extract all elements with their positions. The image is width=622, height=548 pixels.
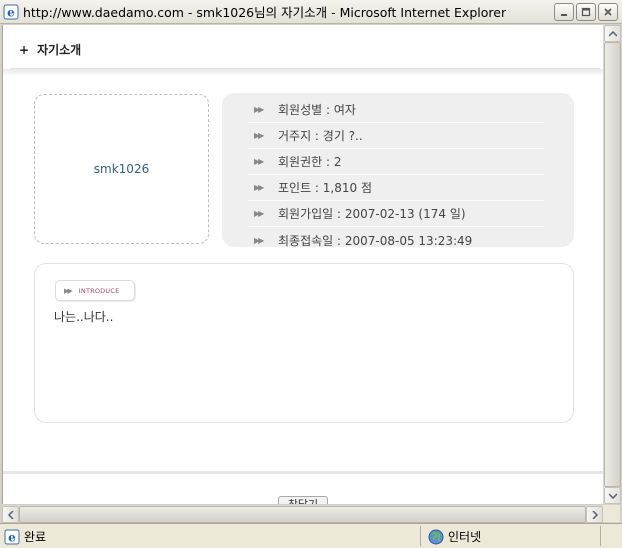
- info-row-residence: ▶▶ 거주지 : 경기 ?..: [248, 123, 544, 149]
- internet-zone-icon: [428, 529, 444, 544]
- user-id: smk1026: [93, 162, 150, 176]
- maximize-icon: [581, 7, 591, 17]
- info-row-gender: ▶▶ 회원성별 : 여자: [248, 97, 544, 123]
- close-popup-button[interactable]: 창닫기: [278, 496, 328, 504]
- scroll-up-button[interactable]: [604, 25, 621, 42]
- info-text: 포인트 : 1,810 점: [278, 181, 373, 195]
- maximize-button[interactable]: [576, 3, 596, 21]
- close-window-button[interactable]: [598, 3, 618, 21]
- minimize-button[interactable]: [554, 3, 574, 21]
- profile-box: smk1026: [34, 94, 209, 244]
- introduce-label: INTRODUCE: [78, 286, 120, 295]
- page-done-icon: e: [4, 529, 20, 544]
- scroll-down-button[interactable]: [604, 487, 621, 504]
- arrow-down-icon: [608, 492, 617, 499]
- svg-text:e: e: [8, 530, 16, 544]
- double-arrow-icon: ▶▶: [254, 105, 264, 114]
- info-text: 회원가입일 : 2007-02-13 (174 일): [278, 207, 466, 221]
- status-separator: [420, 526, 421, 546]
- info-text: 거주지 : 경기 ?..: [278, 129, 363, 143]
- double-arrow-icon: ▶▶: [64, 286, 73, 295]
- svg-text:e: e: [7, 5, 15, 19]
- status-bar: e 완료 인터넷: [0, 523, 622, 548]
- info-row-level: ▶▶ 회원권한 : 2: [248, 149, 544, 175]
- arrow-right-icon: [591, 510, 598, 519]
- minimize-icon: [561, 14, 567, 16]
- window-titlebar[interactable]: e http://www.daedamo.com - smk1026님의 자기소…: [0, 0, 622, 24]
- window-title: http://www.daedamo.com - smk1026님의 자기소개 …: [23, 5, 507, 20]
- introduce-box: ▶▶ INTRODUCE 나는..나다..: [34, 263, 574, 423]
- double-arrow-icon: ▶▶: [254, 131, 264, 140]
- horizontal-scrollbar[interactable]: [2, 505, 603, 523]
- double-arrow-icon: ▶▶: [254, 235, 264, 245]
- info-text: 회원권한 : 2: [278, 155, 342, 169]
- double-arrow-icon: ▶▶: [254, 209, 264, 218]
- header-divider: [3, 69, 603, 75]
- scroll-left-button[interactable]: [2, 506, 19, 523]
- info-row-join-date: ▶▶ 회원가입일 : 2007-02-13 (174 일): [248, 201, 544, 227]
- arrow-left-icon: [7, 510, 14, 519]
- status-text: 완료: [24, 530, 47, 544]
- scrollbar-corner: [603, 505, 620, 522]
- scroll-thumb[interactable]: [604, 42, 621, 487]
- info-row-points: ▶▶ 포인트 : 1,810 점: [248, 175, 544, 201]
- page-viewport: + 자기소개 smk1026 ▶▶ 회원성별 : 여자 ▶▶ 거주지 : 경기 …: [2, 25, 603, 504]
- double-arrow-icon: ▶▶: [254, 183, 264, 192]
- info-text: 회원성별 : 여자: [278, 103, 356, 117]
- bottom-bar: 창닫기: [3, 471, 603, 504]
- info-row-last-login: ▶▶ 최종접속일 : 2007-08-05 13:23:49: [248, 227, 544, 253]
- introduce-text: 나는..나다..: [54, 310, 114, 324]
- page-header: + 자기소개: [10, 31, 600, 69]
- header-plus: +: [19, 42, 30, 57]
- introduce-badge: ▶▶ INTRODUCE: [55, 280, 135, 301]
- info-text: 최종접속일 : 2007-08-05 13:23:49: [278, 233, 473, 248]
- member-info-box: ▶▶ 회원성별 : 여자 ▶▶ 거주지 : 경기 ?.. ▶▶ 회원권한 : 2…: [222, 93, 574, 248]
- arrow-up-icon: [608, 30, 617, 37]
- status-separator: [600, 526, 601, 546]
- double-arrow-icon: ▶▶: [254, 157, 264, 166]
- vertical-scrollbar[interactable]: [603, 25, 621, 504]
- hscroll-thumb[interactable]: [19, 506, 586, 523]
- ie-icon: e: [3, 4, 19, 19]
- close-icon: [604, 8, 612, 16]
- zone-text: 인터넷: [448, 530, 482, 544]
- page-title: 자기소개: [37, 43, 82, 57]
- scroll-right-button[interactable]: [586, 506, 603, 523]
